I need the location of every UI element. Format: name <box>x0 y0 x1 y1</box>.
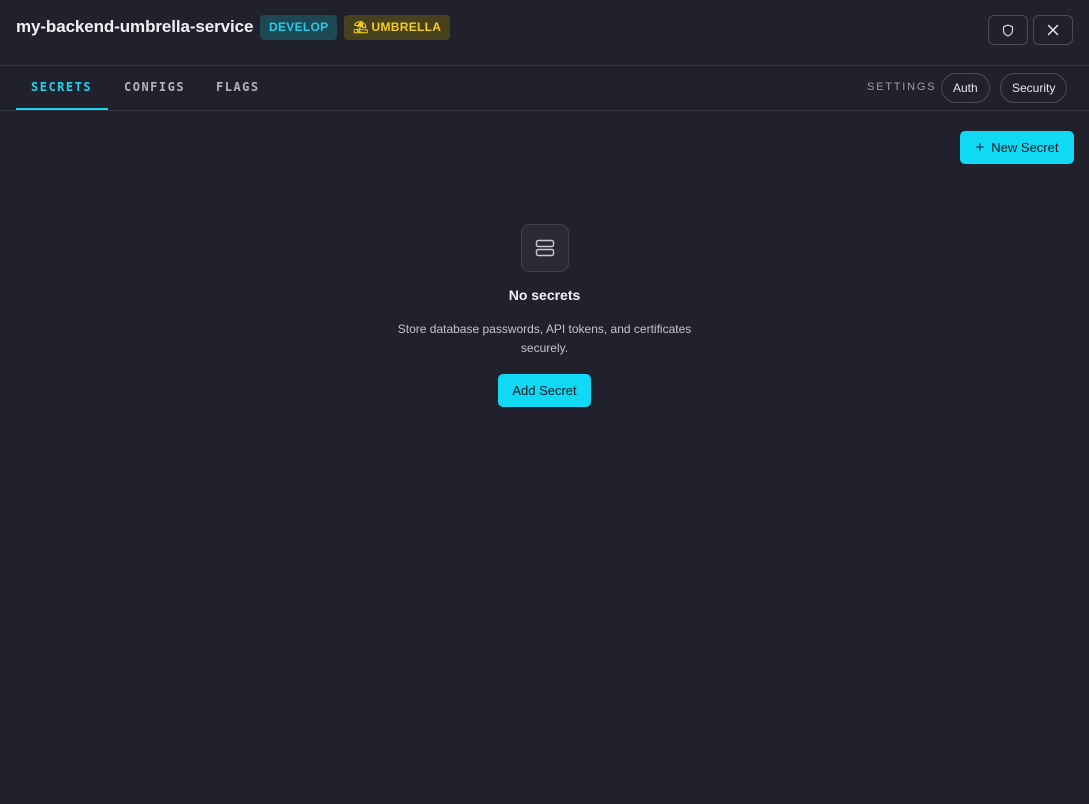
tab-secrets[interactable]: SECRETS <box>31 66 92 111</box>
type-badge-label: UMBRELLA <box>371 20 442 34</box>
active-tab-indicator <box>16 108 108 110</box>
type-badge: ⛱ UMBRELLA <box>344 15 451 40</box>
tab-flags[interactable]: FLAGS <box>216 66 260 111</box>
plus-icon: + <box>975 139 985 156</box>
tab-bar: SECRETS CONFIGS FLAGS SETTINGS Auth Secu… <box>0 66 1089 111</box>
server-icon <box>535 239 555 257</box>
env-badge: DEVELOP <box>260 15 338 40</box>
empty-state-description: Store database passwords, API tokens, an… <box>397 322 692 355</box>
service-title: my-backend-umbrella-service <box>16 17 254 36</box>
security-settings-button[interactable]: Security <box>1000 73 1068 103</box>
empty-state-icon-box <box>521 224 569 272</box>
add-secret-button[interactable]: Add Secret <box>498 374 591 407</box>
header: my-backend-umbrella-service DEVELOP ⛱ UMB… <box>0 0 1089 66</box>
shield-button[interactable] <box>988 15 1028 45</box>
new-secret-label: New Secret <box>991 140 1059 155</box>
close-button[interactable] <box>1033 15 1073 45</box>
settings-label: SETTINGS <box>867 81 937 93</box>
umbrella-icon: ⛱ <box>353 20 369 34</box>
shield-icon <box>1002 23 1014 37</box>
new-secret-button[interactable]: + New Secret <box>960 131 1074 164</box>
auth-settings-button[interactable]: Auth <box>941 73 990 103</box>
tab-configs[interactable]: CONFIGS <box>124 66 185 111</box>
empty-state-title: No secrets <box>508 287 581 303</box>
close-icon <box>1047 24 1059 36</box>
